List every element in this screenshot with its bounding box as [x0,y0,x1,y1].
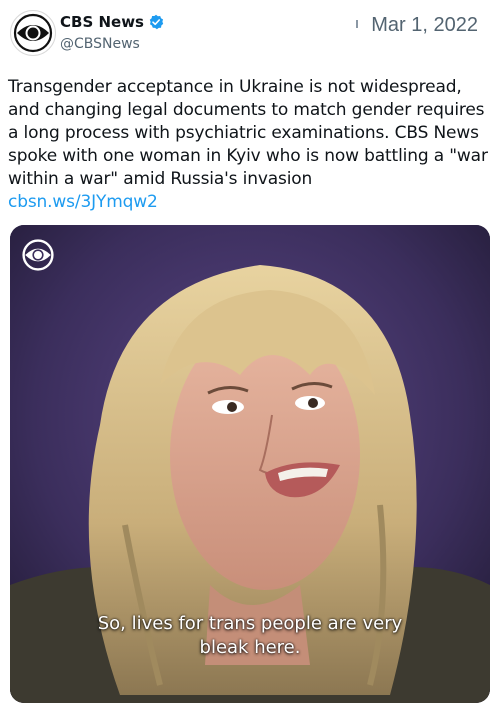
tweet-body: Transgender acceptance in Ukraine is not… [8,76,494,214]
video-caption: So, lives for trans people are very blea… [10,612,490,660]
tweet-date[interactable]: Mar 1, 2022 [371,14,478,37]
verified-badge-icon [149,14,164,30]
author-handle[interactable]: @CBSNews [60,36,140,52]
tweet-header: CBS News @CBSNews Mar 1, 2022 [0,0,500,68]
tweet-link[interactable]: cbsn.ws/3JYmqw2 [8,191,494,214]
caption-line-1: So, lives for trans people are very [97,613,403,634]
video-player[interactable]: So, lives for trans people are very blea… [10,225,490,703]
cbs-eye-icon [22,239,54,271]
avatar[interactable] [10,10,56,56]
separator-dot [356,20,358,28]
caption-line-2: bleak here. [199,637,301,658]
author-name[interactable]: CBS News [60,13,144,31]
tweet-text: Transgender acceptance in Ukraine is not… [8,77,488,189]
cbs-eye-icon [13,13,53,53]
